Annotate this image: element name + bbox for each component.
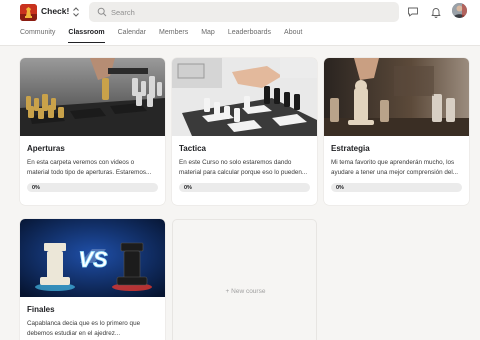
course-card-finales[interactable]: VS Finales Capablanca decia que es lo pr… [20,219,165,340]
progress-label: 0% [184,184,192,191]
progress-label: 0% [32,184,40,191]
search-icon [97,7,107,17]
progress-bar: 0% [331,183,462,192]
tab-map[interactable]: Map [201,29,215,45]
course-image[interactable] [20,58,165,136]
app-name[interactable]: Check! [41,6,69,16]
course-image[interactable] [172,58,317,136]
search-bar[interactable] [89,2,399,22]
top-bar: Check! Community Classroom Calendar Memb… [0,0,480,46]
logo-icon[interactable] [20,4,37,21]
course-description-line: ayudare a tener una mejor comprensión de… [331,169,459,176]
vs-text: VS [78,247,108,272]
tab-members[interactable]: Members [159,29,188,45]
course-image[interactable]: VS [20,219,165,297]
progress-bar: 0% [27,183,158,192]
chat-icon[interactable] [407,6,419,18]
progress-label: 0% [336,184,344,191]
course-title[interactable]: Tactica [179,144,206,153]
tab-calendar[interactable]: Calendar [118,29,146,45]
course-title[interactable]: Finales [27,305,55,314]
course-image[interactable] [324,58,469,136]
course-card-estrategia[interactable]: Estrategia Mi tema favorito que aprender… [324,58,469,205]
course-description-line: material para calcular porque eso lo pue… [179,169,308,176]
nav-tabs: Community Classroom Calendar Members Map… [20,29,315,45]
search-input[interactable] [111,5,391,19]
course-description: Capablanca decia que es lo primero que d… [27,319,160,339]
bell-icon[interactable] [430,6,442,18]
course-description: En esta carpeta veremos con videos o mat… [27,158,160,178]
tab-community[interactable]: Community [20,29,55,45]
new-course-label[interactable]: + New course [173,288,318,295]
course-card-tactica[interactable]: Tactica En este Curso no solo estaremos … [172,58,317,205]
course-description-line: Mi tema favorito que aprenderán mucho, l… [331,159,455,166]
progress-bar: 0% [179,183,310,192]
course-card-aperturas[interactable]: Aperturas En esta carpeta veremos con vi… [20,58,165,205]
course-title[interactable]: Aperturas [27,144,65,153]
course-title[interactable]: Estrategia [331,144,370,153]
course-description-line: material todo tipo de aperturas. Estarem… [27,169,152,176]
new-course-button[interactable]: + New course [172,219,317,340]
course-description-line: En este Curso no solo estaremos dando [179,159,292,166]
tab-classroom[interactable]: Classroom [68,29,105,45]
course-description: Mi tema favorito que aprenderán mucho, l… [331,158,464,178]
tab-about[interactable]: About [284,29,302,45]
course-description-line: Capablanca decia que es lo primero que [27,320,141,327]
course-description-line: debemos estudiar en el ajedrez... [27,330,121,337]
switch-icon[interactable] [71,5,81,19]
header-divider [0,45,480,46]
course-description: En este Curso no solo estaremos dando ma… [179,158,312,178]
avatar[interactable] [452,3,467,18]
course-description-line: En esta carpeta veremos con videos o [27,159,135,166]
tab-leaderboards[interactable]: Leaderboards [228,29,271,45]
